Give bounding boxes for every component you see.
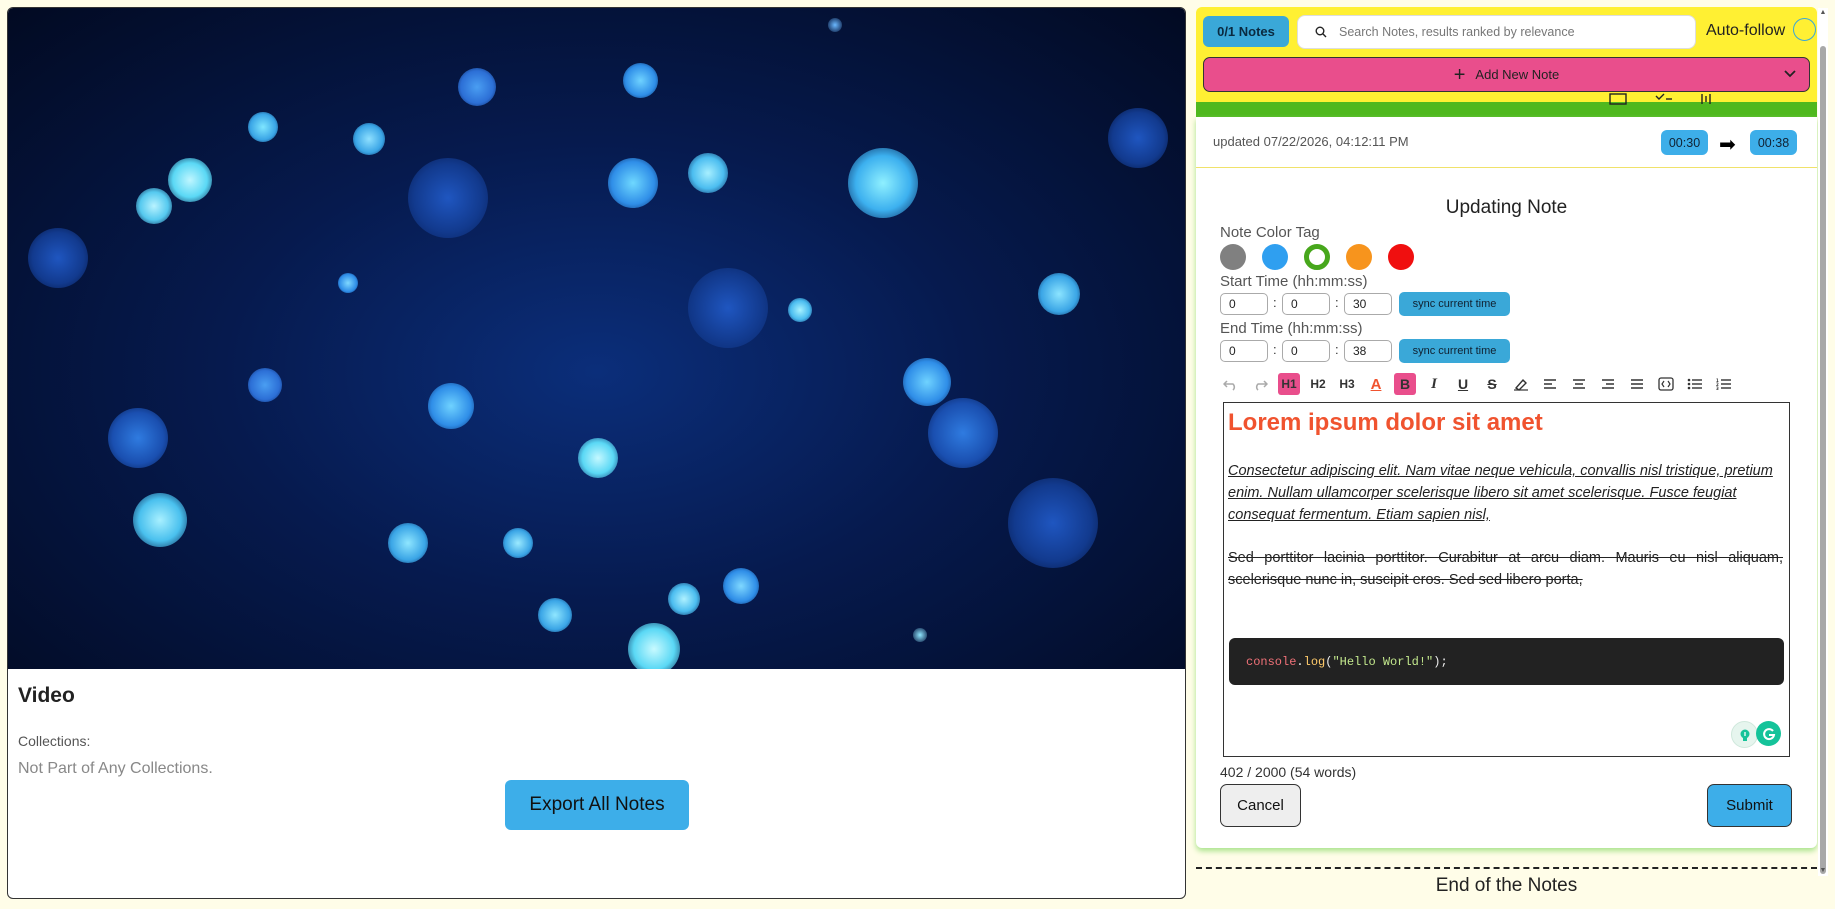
search-box[interactable] (1297, 15, 1696, 49)
bullet-list-icon[interactable] (1684, 373, 1706, 395)
end-divider (1196, 867, 1817, 869)
end-hours-input[interactable]: 0 (1220, 340, 1268, 362)
search-input[interactable] (1337, 24, 1681, 40)
cancel-button[interactable]: Cancel (1220, 784, 1301, 827)
text-color-icon[interactable]: A (1365, 373, 1387, 395)
end-of-notes-text: End of the Notes (1435, 875, 1578, 896)
form-title: Updating Note (1445, 197, 1568, 218)
heading3-icon[interactable]: H3 (1336, 373, 1358, 395)
edit-list-icon[interactable] (1654, 92, 1674, 106)
add-new-note-label: Add New Note (1475, 67, 1560, 82)
chevron-down-icon[interactable] (1781, 64, 1799, 82)
autofollow-label: Auto-follow (1706, 22, 1786, 39)
end-minutes-input[interactable]: 0 (1282, 340, 1330, 362)
video-title: Video (18, 684, 75, 707)
end-time-badge[interactable]: 00:38 (1750, 130, 1797, 155)
video-panel: Video Collections: Not Part of Any Colle… (7, 7, 1186, 899)
editor-code-block: console. log("Hello World!"); (1229, 638, 1784, 685)
lightbulb-icon[interactable] (1731, 721, 1758, 748)
align-justify-icon[interactable] (1626, 373, 1648, 395)
window-icon[interactable] (1608, 92, 1628, 106)
heading2-icon[interactable]: H2 (1307, 373, 1329, 395)
notes-topbar: 0/1 Notes Auto-follow + Add New Note (1196, 7, 1817, 102)
collections-label: Collections: (18, 733, 91, 749)
start-minutes-input[interactable]: 0 (1282, 293, 1330, 315)
plus-icon: + (1453, 63, 1466, 86)
notes-count-badge[interactable]: 0/1 Notes (1203, 16, 1289, 47)
strikethrough-icon[interactable]: S (1481, 373, 1503, 395)
submit-button[interactable]: Submit (1707, 784, 1792, 827)
scroll-up-icon[interactable]: ▲ (1818, 8, 1828, 18)
search-icon (1315, 26, 1327, 38)
note-editor[interactable]: Lorem ipsum dolor sit amet Consectetur a… (1223, 402, 1790, 757)
editor-heading: Lorem ipsum dolor sit amet (1228, 409, 1543, 436)
align-left-icon[interactable] (1539, 373, 1561, 395)
start-seconds-input[interactable]: 30 (1344, 293, 1392, 315)
bold-icon[interactable]: B (1394, 373, 1416, 395)
end-time-label: End Time (hh:mm:ss) (1220, 320, 1363, 337)
sync-end-time-button[interactable]: sync current time (1399, 339, 1510, 363)
svg-text:3: 3 (1716, 386, 1719, 390)
heading1-icon[interactable]: H1 (1278, 373, 1300, 395)
redo-icon[interactable] (1249, 373, 1271, 395)
color-tag-label: Note Color Tag (1220, 224, 1320, 241)
video-player[interactable] (8, 8, 1185, 669)
note-card: updated 07/22/2026, 04:12:11 PM 00:30 ➡ … (1196, 117, 1817, 848)
align-right-icon[interactable] (1597, 373, 1619, 395)
add-new-note-button[interactable]: + Add New Note (1203, 57, 1810, 92)
note-color-strip (1196, 93, 1817, 117)
arrow-right-icon: ➡ (1719, 134, 1736, 156)
export-all-notes-button[interactable]: Export All Notes (505, 780, 689, 830)
end-seconds-input[interactable]: 38 (1344, 340, 1392, 362)
underline-icon[interactable]: U (1452, 373, 1474, 395)
color-option-gray[interactable] (1220, 244, 1246, 270)
highlight-icon[interactable] (1510, 373, 1532, 395)
autofollow-toggle[interactable] (1793, 18, 1816, 41)
grammar-assistant-icon[interactable] (1756, 721, 1781, 746)
updated-timestamp: updated 07/22/2026, 04:12:11 PM (1213, 134, 1409, 149)
editor-paragraph-1: Consectetur adipiscing elit. Nam vitae n… (1228, 463, 1773, 523)
undo-icon[interactable] (1220, 373, 1242, 395)
notes-panel: 0/1 Notes Auto-follow + Add New Note upd… (1193, 0, 1829, 909)
editor-paragraph-2: Sed porttitor lacinia porttitor. Curabit… (1228, 550, 1783, 588)
start-time-badge[interactable]: 00:30 (1661, 130, 1708, 155)
start-time-label: Start Time (hh:mm:ss) (1220, 273, 1368, 290)
ordered-list-icon[interactable]: 123 (1713, 373, 1735, 395)
collections-value: Not Part of Any Collections. (18, 760, 213, 777)
color-option-orange[interactable] (1346, 244, 1372, 270)
code-block-icon[interactable] (1655, 373, 1677, 395)
color-option-blue[interactable] (1262, 244, 1288, 270)
align-center-icon[interactable] (1568, 373, 1590, 395)
start-hours-input[interactable]: 0 (1220, 293, 1268, 315)
editor-toolbar: H1 H2 H3 A B I U S 123 (1220, 373, 1790, 397)
scrollbar-thumb[interactable] (1820, 46, 1826, 874)
character-count: 402 / 2000 (54 words) (1220, 764, 1357, 780)
scroll-down-icon[interactable]: ▼ (1818, 866, 1828, 876)
color-option-green[interactable] (1304, 244, 1330, 270)
color-option-red[interactable] (1388, 244, 1414, 270)
italic-icon[interactable]: I (1423, 373, 1445, 395)
sync-start-time-button[interactable]: sync current time (1399, 292, 1510, 316)
note-meta-row: updated 07/22/2026, 04:12:11 PM 00:30 ➡ … (1196, 117, 1817, 168)
waveform-icon[interactable] (1696, 92, 1716, 106)
